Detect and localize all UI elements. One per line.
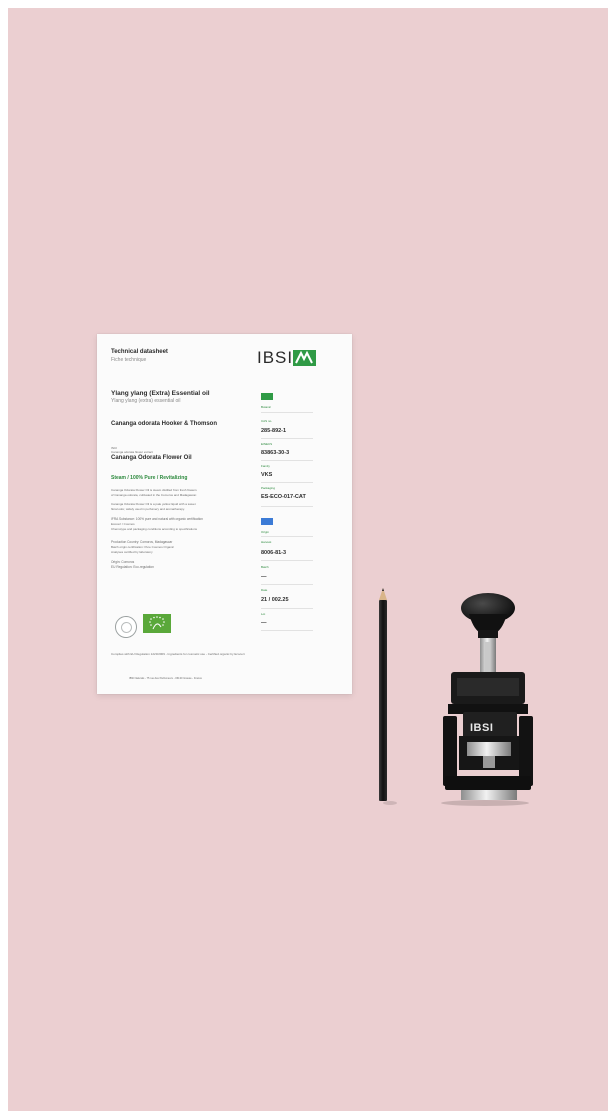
- pencil: [379, 588, 397, 805]
- photo-background: Technical datasheet Fiche technique IBSI…: [8, 8, 608, 1111]
- date-stamp: IBSI: [433, 586, 533, 806]
- stamp-brand-label: IBSI: [470, 722, 494, 734]
